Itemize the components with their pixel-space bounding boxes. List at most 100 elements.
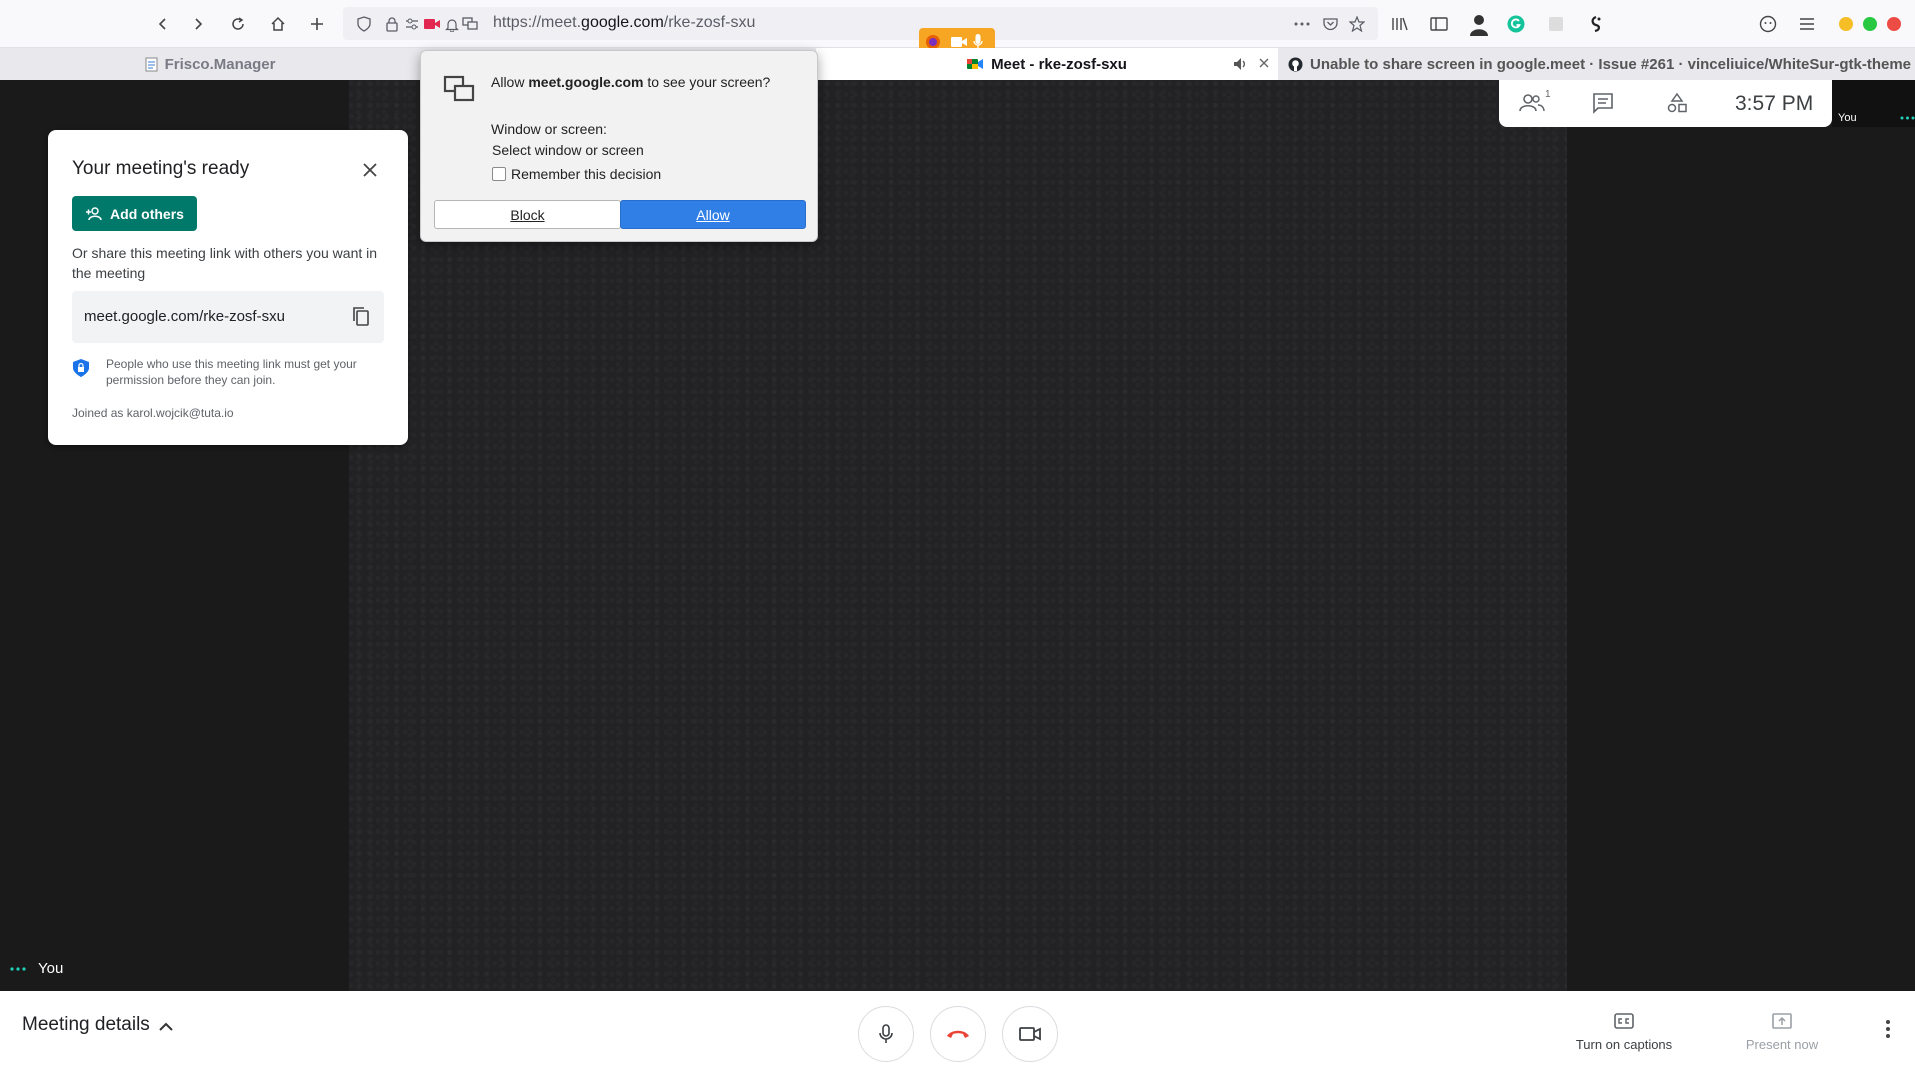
tab-title: Unable to share screen in google.meet · …: [1310, 55, 1912, 73]
ublock-button[interactable]: [1583, 11, 1609, 37]
question-suffix: to see your screen?: [643, 74, 771, 90]
tab-title: Frisco.Manager: [164, 55, 276, 73]
url-bar[interactable]: https://meet.google.com/rke-zosf-sxu: [343, 7, 1378, 40]
plus-icon: [311, 18, 323, 30]
microphone-button[interactable]: [858, 1006, 914, 1062]
account-avatar-icon: [1470, 15, 1488, 36]
sidebar-button[interactable]: [1426, 11, 1452, 37]
new-tab-button[interactable]: [304, 11, 330, 37]
bookmark-star-icon[interactable]: [1348, 15, 1366, 33]
smiley-icon: [1759, 15, 1777, 33]
window-or-screen-label: Window or screen:: [491, 121, 607, 137]
home-button[interactable]: [265, 11, 291, 37]
screen-share-permission-popup: Allow meet.google.com to see your screen…: [420, 50, 818, 242]
window-select-dropdown[interactable]: Select window or screen: [492, 142, 644, 158]
grammarly-icon: [1507, 15, 1525, 33]
participants-button[interactable]: 1: [1519, 89, 1551, 116]
chat-button[interactable]: [1592, 92, 1620, 116]
url-path: /rke-zosf-sxu: [663, 14, 756, 31]
reload-icon: [232, 17, 244, 30]
question-prefix: Allow: [491, 74, 529, 90]
firefox-account-button[interactable]: [1755, 11, 1781, 37]
self-preview-tile: You: [1832, 80, 1915, 127]
camera-button[interactable]: [1002, 1006, 1058, 1062]
audio-level-icon: [1900, 116, 1915, 120]
extension-button[interactable]: [1543, 11, 1569, 37]
meeting-details-button[interactable]: Meeting details: [22, 1014, 150, 1036]
maximize-button[interactable]: [1863, 17, 1877, 31]
share-instructions: Or share this meeting link with others y…: [72, 245, 378, 281]
add-others-label: Add others: [110, 205, 184, 222]
tracking-shield-icon[interactable]: [355, 15, 373, 33]
copy-icon: [353, 307, 369, 326]
url-prefix: https://meet.: [493, 14, 582, 31]
tab-frisco-manager[interactable]: Frisco.Manager: [0, 48, 420, 80]
more-vertical-icon: [1886, 1020, 1890, 1038]
more-options-button[interactable]: [1878, 1014, 1898, 1044]
reload-button[interactable]: [225, 11, 251, 37]
close-card-button[interactable]: [358, 158, 382, 182]
url-domain: google.com: [581, 14, 664, 31]
minimize-button[interactable]: [1839, 17, 1853, 31]
present-now-button[interactable]: Present now: [1722, 1013, 1842, 1052]
lock-icon[interactable]: [383, 15, 401, 33]
back-icon: [158, 18, 166, 30]
captions-icon: [1614, 1013, 1634, 1031]
notification-icon[interactable]: [443, 15, 461, 33]
microphone-icon: [879, 1024, 893, 1043]
close-tab-icon[interactable]: [1258, 57, 1270, 69]
allow-button[interactable]: Allow: [620, 200, 806, 229]
activities-button[interactable]: [1666, 92, 1694, 116]
document-favicon-icon: [145, 57, 158, 72]
tab-meet[interactable]: Meet - rke-zosf-sxu: [816, 48, 1278, 80]
grammarly-button[interactable]: [1503, 11, 1529, 37]
library-button[interactable]: [1387, 11, 1413, 37]
checkbox[interactable]: [492, 167, 506, 181]
hamburger-menu-icon: [1800, 18, 1814, 30]
meeting-ready-card: Your meeting's ready Add others Or share…: [48, 130, 408, 445]
add-person-icon: [86, 206, 102, 220]
permissions-icon[interactable]: [403, 15, 421, 33]
question-domain: meet.google.com: [528, 74, 644, 90]
present-label: Present now: [1745, 1037, 1819, 1052]
sidebar-icon: [1430, 17, 1448, 31]
chevron-up-icon[interactable]: [156, 1017, 176, 1037]
self-name-label: You: [10, 960, 63, 977]
forward-icon: [195, 18, 203, 30]
audio-level-icon: [10, 966, 26, 971]
meeting-control-bar: Meeting details Turn on captions Present…: [0, 991, 1915, 1068]
chat-icon: [1593, 93, 1613, 114]
copy-link-button[interactable]: [350, 305, 372, 327]
app-menu-button[interactable]: [1794, 11, 1820, 37]
block-button[interactable]: Block: [434, 200, 621, 229]
pocket-icon[interactable]: [1321, 15, 1339, 33]
meeting-ready-title: Your meeting's ready: [72, 158, 250, 179]
browser-toolbar: https://meet.google.com/rke-zosf-sxu: [0, 0, 1915, 56]
remember-decision-checkbox[interactable]: Remember this decision: [492, 166, 661, 182]
shield-lock-icon: [72, 358, 90, 378]
meeting-info-panel: 1 3:57 PM: [1499, 80, 1832, 127]
screen-share-icon[interactable]: [461, 15, 479, 33]
permission-question: Allow meet.google.com to see your screen…: [491, 74, 791, 91]
url-text[interactable]: https://meet.google.com/rke-zosf-sxu: [493, 14, 755, 32]
library-icon: [1392, 17, 1408, 31]
leave-call-button[interactable]: [930, 1006, 986, 1062]
self-name-text: You: [38, 960, 64, 977]
speaker-icon[interactable]: [1233, 57, 1248, 71]
tab-github-issue[interactable]: Unable to share screen in google.meet · …: [1282, 48, 1915, 80]
close-window-button[interactable]: [1887, 17, 1901, 31]
account-avatar[interactable]: [1466, 11, 1492, 37]
meeting-link[interactable]: meet.google.com/rke-zosf-sxu: [84, 308, 285, 325]
page-actions-icon[interactable]: [1293, 15, 1311, 33]
captions-button[interactable]: Turn on captions: [1564, 1013, 1684, 1052]
camera-active-icon[interactable]: [423, 15, 441, 33]
extension-icon: [1549, 17, 1563, 31]
back-button[interactable]: [150, 11, 176, 37]
add-others-button[interactable]: Add others: [72, 196, 197, 231]
activities-shapes-icon: [1667, 92, 1687, 113]
self-preview-label: You: [1838, 112, 1857, 124]
allow-label: Allow: [696, 206, 730, 223]
hang-up-icon: [947, 1030, 969, 1038]
remember-label: Remember this decision: [511, 166, 662, 182]
forward-button[interactable]: [185, 11, 211, 37]
